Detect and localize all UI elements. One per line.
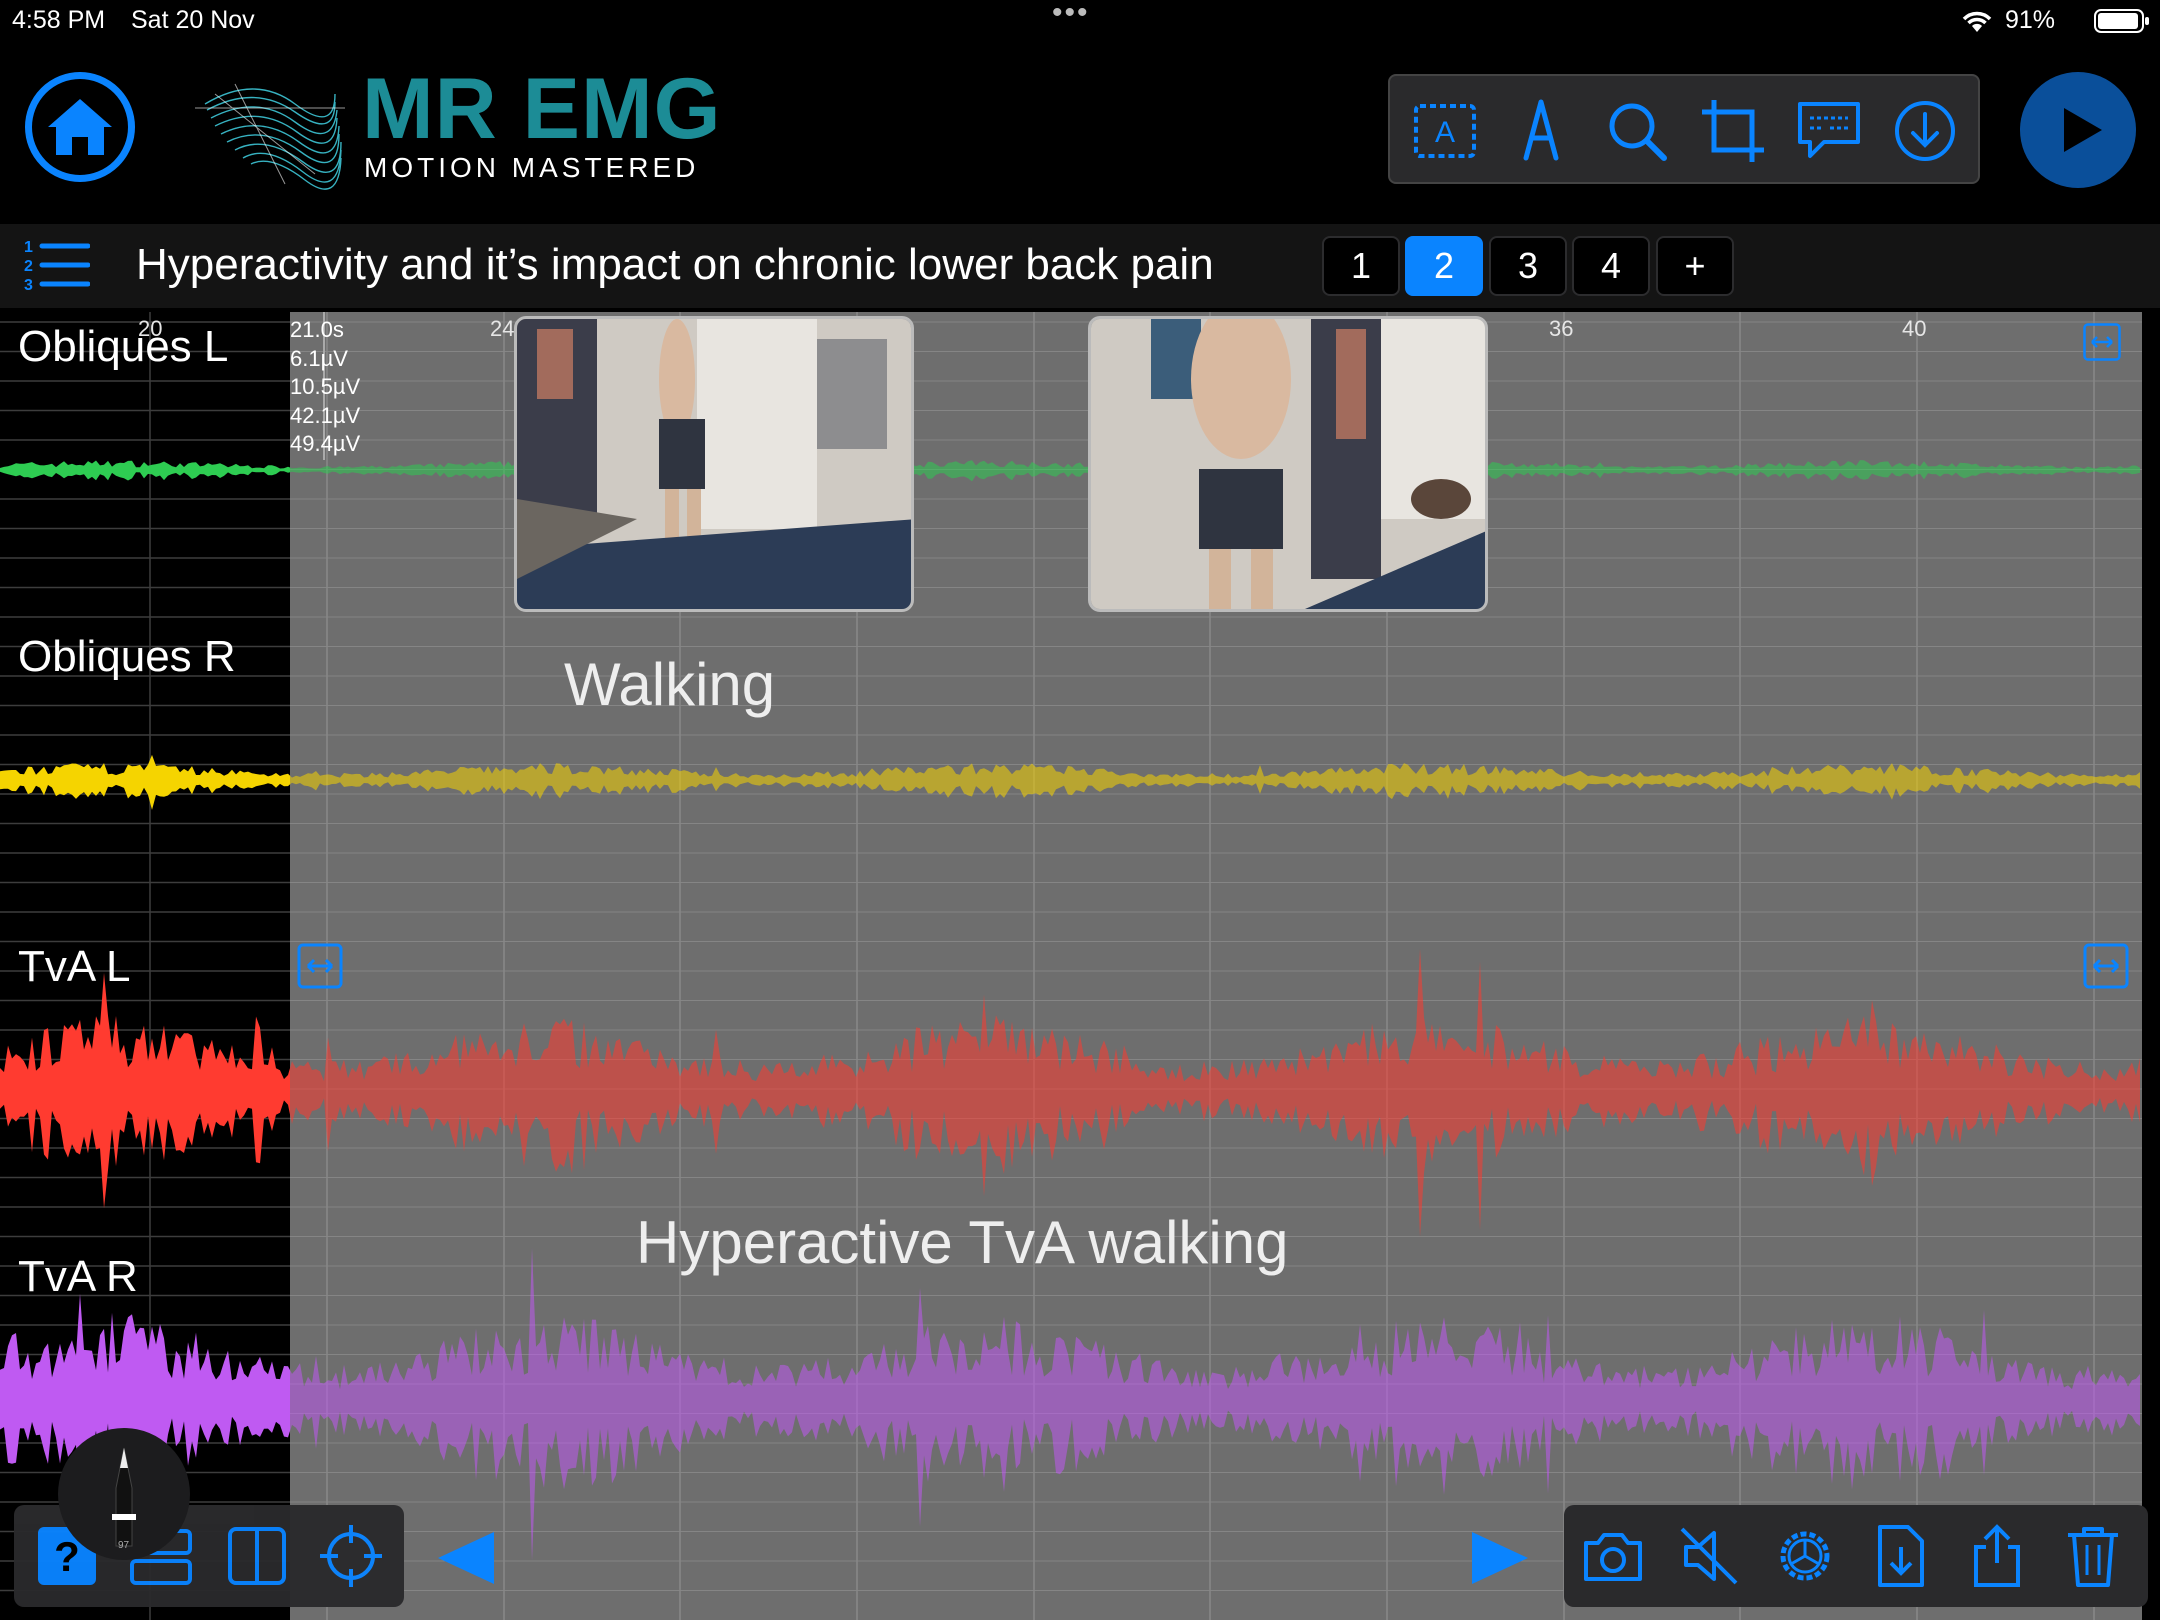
add-page-button[interactable]: + (1656, 236, 1734, 296)
video-frame-walking-1 (517, 319, 911, 609)
svg-text:A: A (1435, 116, 1455, 149)
readout-time: 21.0s (290, 317, 344, 342)
text-box-icon[interactable]: A (1410, 96, 1480, 166)
time-tick: 36 (1549, 316, 1574, 341)
video-thumbnail-1[interactable] (514, 316, 914, 612)
home-button[interactable] (25, 72, 135, 182)
search-icon[interactable] (1602, 96, 1672, 166)
pencil-picker[interactable]: 97 (58, 1428, 190, 1560)
pencil-badge: 97 (118, 1540, 130, 1551)
page-tab-3[interactable]: 3 (1489, 236, 1567, 296)
page-tab-4[interactable]: 4 (1572, 236, 1650, 296)
numbered-list-icon[interactable]: 1 2 3 (22, 236, 90, 294)
channel-label-tva-l: TvA L (18, 942, 131, 991)
file-download-icon[interactable] (1868, 1523, 1934, 1589)
svg-text:3: 3 (24, 277, 33, 294)
readout-value: 10.5µV (290, 374, 361, 399)
annotation-walking[interactable]: Walking (564, 650, 775, 719)
multitask-dots[interactable]: ••• (1052, 0, 1090, 30)
bottom-right-toolbar (1564, 1505, 2148, 1607)
channel-label-obliques-l: Obliques L (18, 322, 229, 371)
crop-icon[interactable] (1698, 96, 1768, 166)
channel-label-obliques-r: Obliques R (18, 632, 236, 681)
mute-icon[interactable] (1676, 1523, 1742, 1589)
battery-icon (2094, 9, 2149, 33)
home-icon (48, 99, 112, 155)
play-icon (2064, 108, 2102, 152)
readout-value: 42.1µV (290, 402, 361, 428)
prev-arrow-icon[interactable] (434, 1528, 498, 1588)
svg-text:2: 2 (24, 258, 33, 275)
share-icon[interactable] (1964, 1523, 2030, 1589)
time-tick: 20 (138, 316, 163, 341)
download-icon[interactable] (1890, 96, 1960, 166)
play-button[interactable] (2020, 72, 2136, 188)
status-bar: 4:58 PM Sat 20 Nov ••• 91% (0, 0, 2160, 44)
page-title: Hyperactivity and it’s impact on chronic… (136, 240, 1214, 289)
comment-icon[interactable] (1794, 96, 1864, 166)
page-tab-1[interactable]: 1 (1322, 236, 1400, 296)
brand-logo (195, 83, 345, 190)
time-tick: 40 (1902, 316, 1927, 341)
pen-icon[interactable] (1506, 96, 1576, 166)
next-arrow-icon[interactable] (1468, 1528, 1532, 1588)
channel-label-tva-r: TvA R (18, 1252, 138, 1301)
readout-value: 49.4µV (290, 431, 361, 456)
readout-value: 6.1µV (290, 345, 348, 371)
status-date: Sat 20 Nov (131, 6, 255, 34)
video-thumbnail-2[interactable] (1088, 316, 1488, 612)
time-tick: 24 (490, 316, 515, 341)
range-handle-left-icon[interactable] (296, 942, 344, 990)
range-handle-right-icon[interactable] (2082, 942, 2130, 990)
cursor-readout: 21.0s 6.1µV 10.5µV 42.1µV 49.4µV (290, 316, 360, 459)
expand-icon[interactable] (2082, 322, 2122, 362)
crosshair-icon[interactable] (318, 1523, 384, 1589)
camera-icon[interactable] (1580, 1523, 1646, 1589)
brand-subtitle: MOTION MASTERED (364, 152, 700, 183)
brand-title: MR EMG (362, 61, 722, 157)
status-time: 4:58 PM (12, 6, 106, 34)
wifi-icon (1962, 11, 1992, 32)
split-view-icon[interactable] (224, 1523, 290, 1589)
annotation-hyperactive-tva[interactable]: Hyperactive TvA walking (636, 1208, 1289, 1277)
battery-percent: 91% (2005, 6, 2056, 34)
svg-text:1: 1 (24, 239, 33, 256)
trash-icon[interactable] (2060, 1523, 2126, 1589)
video-frame-walking-2 (1091, 319, 1485, 609)
settings-icon[interactable] (1772, 1523, 1838, 1589)
page-tab-2[interactable]: 2 (1405, 236, 1483, 296)
top-toolbar: A (1388, 74, 1980, 184)
